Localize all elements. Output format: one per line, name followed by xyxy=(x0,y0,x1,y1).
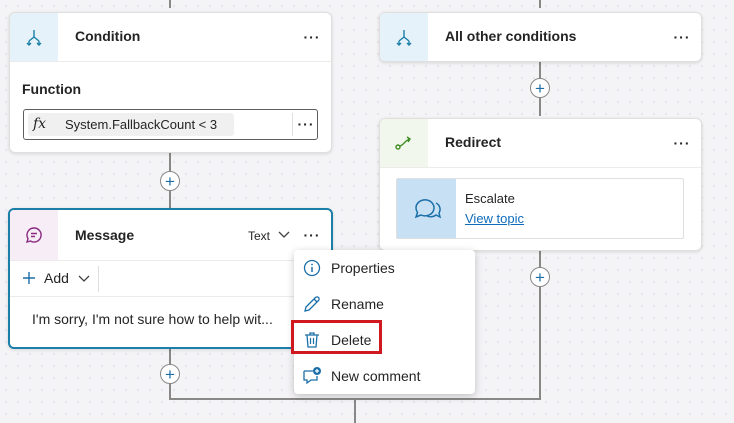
topic-card[interactable]: Escalate View topic xyxy=(396,178,684,239)
chevron-down-icon xyxy=(78,275,90,282)
menu-item-label: Rename xyxy=(331,296,384,312)
add-node-button[interactable]: + xyxy=(530,78,550,98)
menu-item-label: New comment xyxy=(331,368,421,384)
comment-add-icon xyxy=(303,367,321,385)
condition-title: Condition xyxy=(75,28,141,44)
message-node-header: Message Text ··· xyxy=(10,210,331,261)
expression-more-button[interactable]: ··· xyxy=(294,114,318,134)
connector-top-right xyxy=(539,0,541,8)
message-more-button[interactable]: ··· xyxy=(300,225,324,245)
chat-bubbles-icon xyxy=(414,198,441,218)
delete-highlight-box xyxy=(291,320,382,354)
message-text[interactable]: I'm sorry, I'm not sure how to help wit.… xyxy=(32,311,273,327)
redirect-node-header: Redirect ··· xyxy=(380,119,701,168)
condition-node-header: Condition ··· xyxy=(10,13,331,62)
condition-more-button[interactable]: ··· xyxy=(300,27,324,47)
add-row-divider xyxy=(98,266,99,292)
connector-merge-down xyxy=(354,398,356,423)
add-node-button[interactable]: + xyxy=(160,364,180,384)
other-conditions-more-button[interactable]: ··· xyxy=(670,27,694,47)
other-conditions-title: All other conditions xyxy=(445,28,577,44)
plus-icon xyxy=(23,272,35,284)
add-node-button[interactable]: + xyxy=(530,267,550,287)
condition-node[interactable]: Condition ··· Function fx System.Fallbac… xyxy=(9,12,332,153)
type-dropdown-label: Text xyxy=(248,229,271,243)
branch-icon xyxy=(380,13,428,61)
add-content-button[interactable]: Add xyxy=(20,268,100,290)
expression-field[interactable]: fx System.FallbackCount < 3 ··· xyxy=(23,109,318,140)
redirect-icon xyxy=(380,119,428,167)
view-topic-link[interactable]: View topic xyxy=(465,211,524,226)
topic-name: Escalate xyxy=(465,191,515,206)
add-node-button[interactable]: + xyxy=(160,171,180,191)
expression-chip[interactable]: fx System.FallbackCount < 3 xyxy=(28,113,234,136)
fx-icon: fx xyxy=(33,116,47,132)
add-label: Add xyxy=(44,270,69,286)
pencil-icon xyxy=(304,296,320,312)
info-icon xyxy=(303,259,321,277)
type-dropdown[interactable]: Text xyxy=(248,227,292,245)
branch-icon xyxy=(10,13,58,61)
expression-divider xyxy=(292,113,293,136)
redirect-title: Redirect xyxy=(445,134,502,150)
redirect-more-button[interactable]: ··· xyxy=(670,133,694,153)
expression-text: System.FallbackCount < 3 xyxy=(65,117,218,132)
connector-top-left xyxy=(169,0,171,8)
function-label: Function xyxy=(22,81,82,97)
menu-item-new-comment[interactable]: New comment xyxy=(294,358,475,394)
chevron-down-icon xyxy=(278,231,290,238)
menu-item-label: Properties xyxy=(331,260,395,276)
message-icon xyxy=(10,210,58,260)
message-node[interactable]: Message Text ··· Add I'm sorry, I'm not … xyxy=(8,208,333,349)
menu-item-properties[interactable]: Properties xyxy=(294,250,475,286)
topic-icon-tile xyxy=(397,179,456,238)
message-title: Message xyxy=(75,227,135,243)
toolbar-underline xyxy=(10,296,331,297)
other-conditions-node[interactable]: All other conditions ··· xyxy=(379,12,702,62)
menu-item-rename[interactable]: Rename xyxy=(294,286,475,322)
redirect-node[interactable]: Redirect ··· Escalate View topic xyxy=(379,118,702,251)
